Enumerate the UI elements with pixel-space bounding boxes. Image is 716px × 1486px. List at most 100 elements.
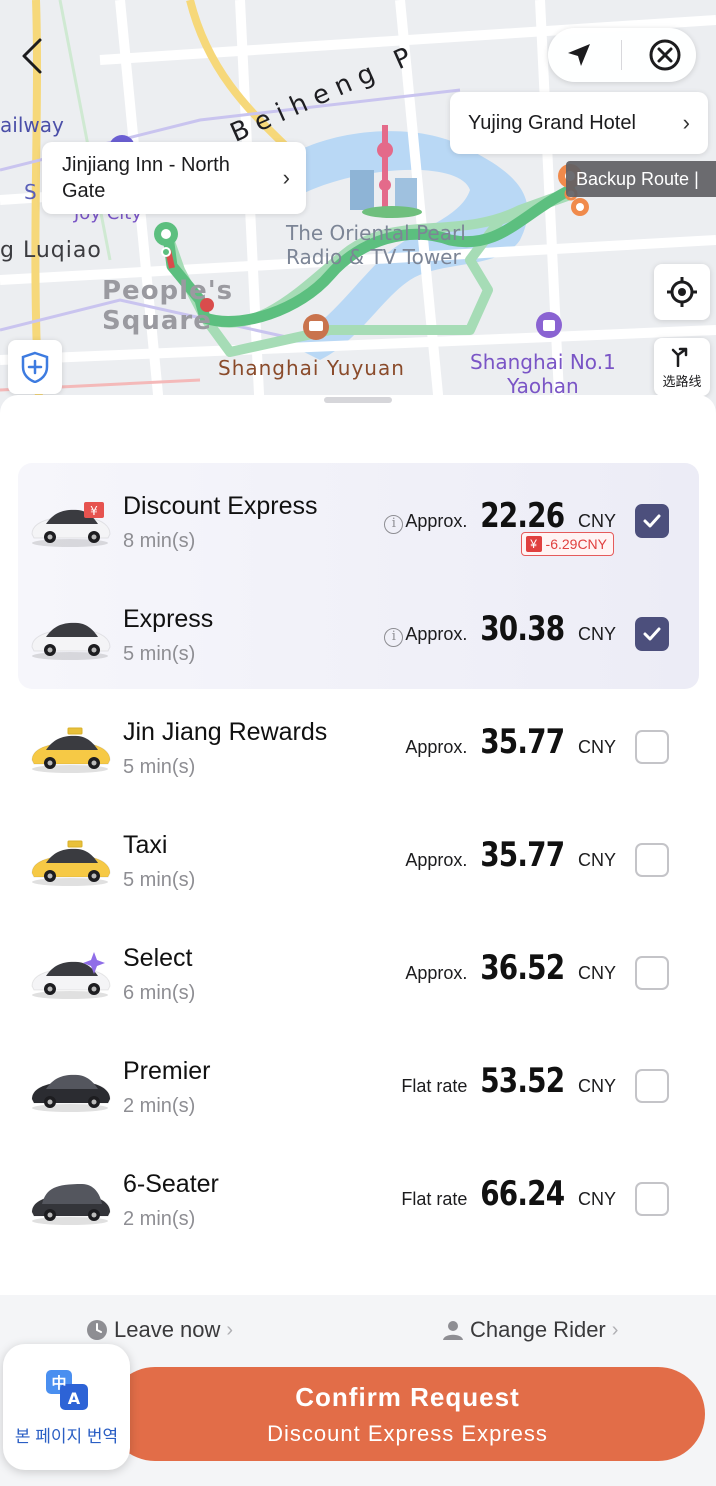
- origin-label: Jinjiang Inn - North Gate: [62, 154, 230, 202]
- info-icon[interactable]: i: [384, 628, 404, 647]
- ride-price: i Approx. 22.26 CNY: [384, 496, 616, 536]
- price-prefix: Approx.: [405, 624, 468, 644]
- price-currency: CNY: [577, 511, 616, 531]
- ride-eta: 5 min(s): [123, 643, 196, 665]
- map-view[interactable]: Beiheng P ailway Joy City S g Luqiao Peo…: [0, 0, 716, 415]
- ride-price: Approx. 36.52 CNY: [405, 948, 616, 988]
- ride-price: Approx. 35.77 CNY: [405, 722, 616, 762]
- ride-select-checkbox[interactable]: [635, 843, 669, 877]
- translate-page-button[interactable]: 中 A 본 페이지 번역: [3, 1344, 130, 1470]
- back-chevron-icon: [22, 38, 42, 74]
- back-button[interactable]: [14, 34, 48, 78]
- discount-amount: -6.29CNY: [545, 536, 607, 552]
- ride-option-row[interactable]: Express 5 min(s) i Approx. 30.38 CNY: [0, 581, 716, 694]
- safety-button[interactable]: [8, 340, 62, 394]
- ride-option-row[interactable]: ¥ Discount Express 8 min(s) i Approx. 22.26 CN…: [0, 468, 716, 581]
- translate-icon-bottom: A: [67, 1389, 80, 1408]
- price-currency: CNY: [577, 737, 616, 757]
- map-label-oriental-pearl: The Oriental Pearl Radio & TV Tower: [286, 221, 466, 269]
- ride-eta: 2 min(s): [123, 1208, 196, 1230]
- map-label-yuyuan: Shanghai Yuyuan: [218, 356, 405, 380]
- close-button[interactable]: [645, 35, 685, 75]
- ride-select-checkbox[interactable]: [635, 730, 669, 764]
- car-icon: [28, 948, 112, 1000]
- chevron-right-icon: ›: [682, 110, 690, 135]
- map-label-s: S: [24, 180, 37, 204]
- ride-name: Express: [123, 605, 214, 633]
- ride-name: Taxi: [123, 831, 168, 859]
- locate-me-button[interactable]: [654, 264, 710, 320]
- destination-label: Yujing Grand Hotel: [468, 111, 636, 134]
- ride-eta: 2 min(s): [123, 1095, 196, 1117]
- map-label-luqiao: g Luqiao: [0, 238, 102, 263]
- ride-eta: 8 min(s): [123, 530, 196, 552]
- price-currency: CNY: [577, 624, 616, 644]
- price-amount: 35.77: [480, 835, 566, 875]
- car-icon: [28, 722, 112, 774]
- car-icon: ¥: [28, 496, 112, 548]
- price-currency: CNY: [577, 1189, 616, 1209]
- person-icon: [443, 1321, 463, 1340]
- sheet-grabber[interactable]: [324, 397, 392, 403]
- ride-name: Jin Jiang Rewards: [123, 718, 328, 746]
- origin-bubble[interactable]: Jinjiang Inn - North Gate ›: [42, 142, 306, 214]
- price-currency: CNY: [577, 963, 616, 983]
- ride-option-row[interactable]: Jin Jiang Rewards 5 min(s) Approx. 35.77 CNY: [0, 694, 716, 807]
- choose-route-button[interactable]: 选路线: [654, 338, 710, 396]
- ride-select-checkbox[interactable]: [635, 956, 669, 990]
- ride-option-row[interactable]: Premier 2 min(s) Flat rate 53.52 CNY: [0, 1033, 716, 1146]
- car-icon: [28, 1061, 112, 1113]
- destination-bubble[interactable]: Yujing Grand Hotel ›: [450, 92, 708, 154]
- price-currency: CNY: [577, 850, 616, 870]
- svg-text:¥: ¥: [90, 504, 98, 518]
- translate-icon: 中 A: [45, 1369, 88, 1410]
- ride-select-checkbox[interactable]: [635, 1182, 669, 1216]
- info-icon[interactable]: i: [384, 515, 404, 534]
- pill-divider: [621, 40, 623, 70]
- price-amount: 35.77: [480, 722, 566, 762]
- ride-eta: 5 min(s): [123, 869, 196, 891]
- navigate-button[interactable]: [559, 35, 599, 75]
- map-top-actions: [548, 28, 696, 82]
- discount-badge: ¥ -6.29CNY: [520, 532, 614, 556]
- price-amount: 36.52: [480, 948, 566, 988]
- ride-price: Approx. 35.77 CNY: [405, 835, 616, 875]
- choose-route-label: 选路线: [662, 373, 702, 389]
- ride-name: Select: [123, 944, 193, 972]
- backup-route-tag[interactable]: Backup Route |: [566, 161, 716, 197]
- map-label-railway: ailway: [0, 113, 64, 137]
- price-prefix: Flat rate: [401, 1189, 468, 1209]
- car-icon: [28, 835, 112, 887]
- leave-now-button[interactable]: Leave now ›: [86, 1317, 233, 1343]
- ride-price: Flat rate 66.24 CNY: [401, 1174, 616, 1214]
- ride-option-row[interactable]: Select 6 min(s) Approx. 36.52 CNY: [0, 920, 716, 1033]
- price-amount: 53.52: [480, 1061, 566, 1101]
- ride-select-checkbox[interactable]: [635, 617, 669, 651]
- translate-icon-top: 中: [51, 1374, 66, 1392]
- close-circle-icon: [649, 39, 681, 71]
- ride-name: Discount Express: [123, 492, 318, 520]
- leave-now-label: Leave now: [114, 1317, 221, 1342]
- ride-select-checkbox[interactable]: [635, 1069, 669, 1103]
- confirm-request-label: Confirm Request: [295, 1381, 520, 1412]
- price-currency: CNY: [577, 1076, 616, 1096]
- chevron-right-icon: ›: [282, 165, 290, 190]
- ride-price: i Approx. 30.38 CNY: [384, 609, 616, 649]
- car-icon: [28, 1174, 112, 1226]
- checkmark-icon: [643, 627, 661, 641]
- change-rider-button[interactable]: Change Rider ›: [442, 1317, 618, 1343]
- confirm-request-button[interactable]: Confirm Request Discount Express Express: [108, 1367, 705, 1461]
- price-prefix: Approx.: [405, 963, 468, 983]
- ride-option-row[interactable]: 6-Seater 2 min(s) Flat rate 66.24 CNY: [0, 1146, 716, 1259]
- price-prefix: Approx.: [405, 511, 468, 531]
- checkmark-icon: [643, 514, 661, 528]
- chevron-right-icon: ›: [611, 1318, 619, 1341]
- price-amount: 66.24: [480, 1174, 566, 1214]
- ride-option-row[interactable]: Taxi 5 min(s) Approx. 35.77 CNY: [0, 807, 716, 920]
- price-prefix: Approx.: [405, 737, 468, 757]
- change-rider-label: Change Rider: [470, 1317, 606, 1342]
- price-amount: 30.38: [480, 609, 566, 649]
- map-label-peoples-square: People's Square: [102, 276, 234, 336]
- ride-select-checkbox[interactable]: [635, 504, 669, 538]
- ride-price: Flat rate 53.52 CNY: [401, 1061, 616, 1101]
